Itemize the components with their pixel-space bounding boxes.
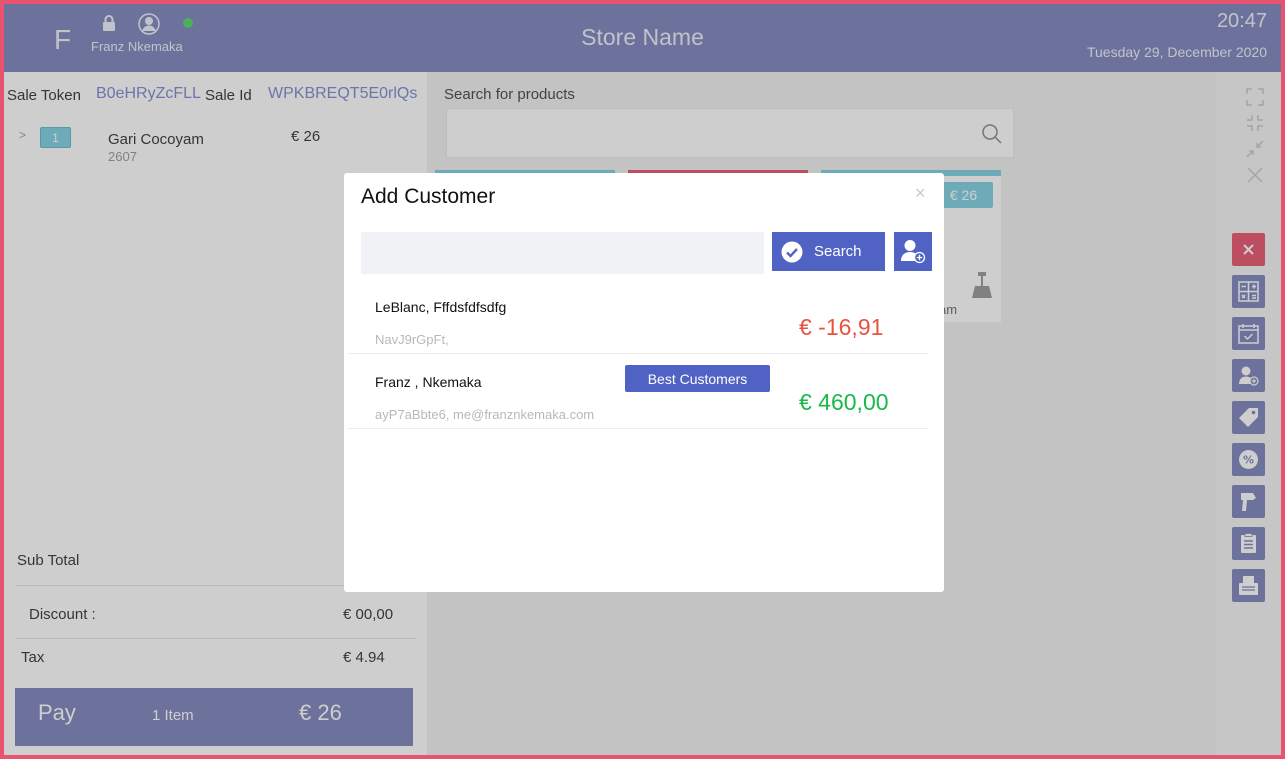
customer-balance: € -16,91 <box>799 314 884 340</box>
search-button[interactable]: Search <box>772 232 885 271</box>
check-circle-icon <box>781 241 803 267</box>
customer-row[interactable]: LeBlanc, Fffdsfdfsdfg NavJ9rGpFt, € -16,… <box>348 279 928 354</box>
pos-app: F Franz Nkemaka Store Name 20:47 Tuesday… <box>0 0 1285 759</box>
customer-balance: € 460,00 <box>799 389 889 415</box>
customer-meta: NavJ9rGpFt, <box>375 332 449 347</box>
customer-row[interactable]: Franz , Nkemaka Best Customers ayP7aBbte… <box>348 354 928 429</box>
add-customer-dialog: Add Customer × Search LeBlanc, Fffdsfdfs… <box>344 173 944 592</box>
customer-name: LeBlanc, Fffdsfdfsdfg <box>375 299 507 315</box>
customer-search-input[interactable] <box>361 232 764 274</box>
add-user-icon <box>901 240 926 264</box>
best-customer-badge: Best Customers <box>625 365 770 392</box>
customer-name: Franz , Nkemaka <box>375 374 482 390</box>
search-button-label: Search <box>814 243 862 260</box>
dialog-title: Add Customer <box>361 185 496 208</box>
add-customer-button[interactable] <box>894 232 932 271</box>
customer-meta: ayP7aBbte6, me@franznkemaka.com <box>375 407 595 422</box>
close-icon[interactable]: × <box>915 183 926 204</box>
